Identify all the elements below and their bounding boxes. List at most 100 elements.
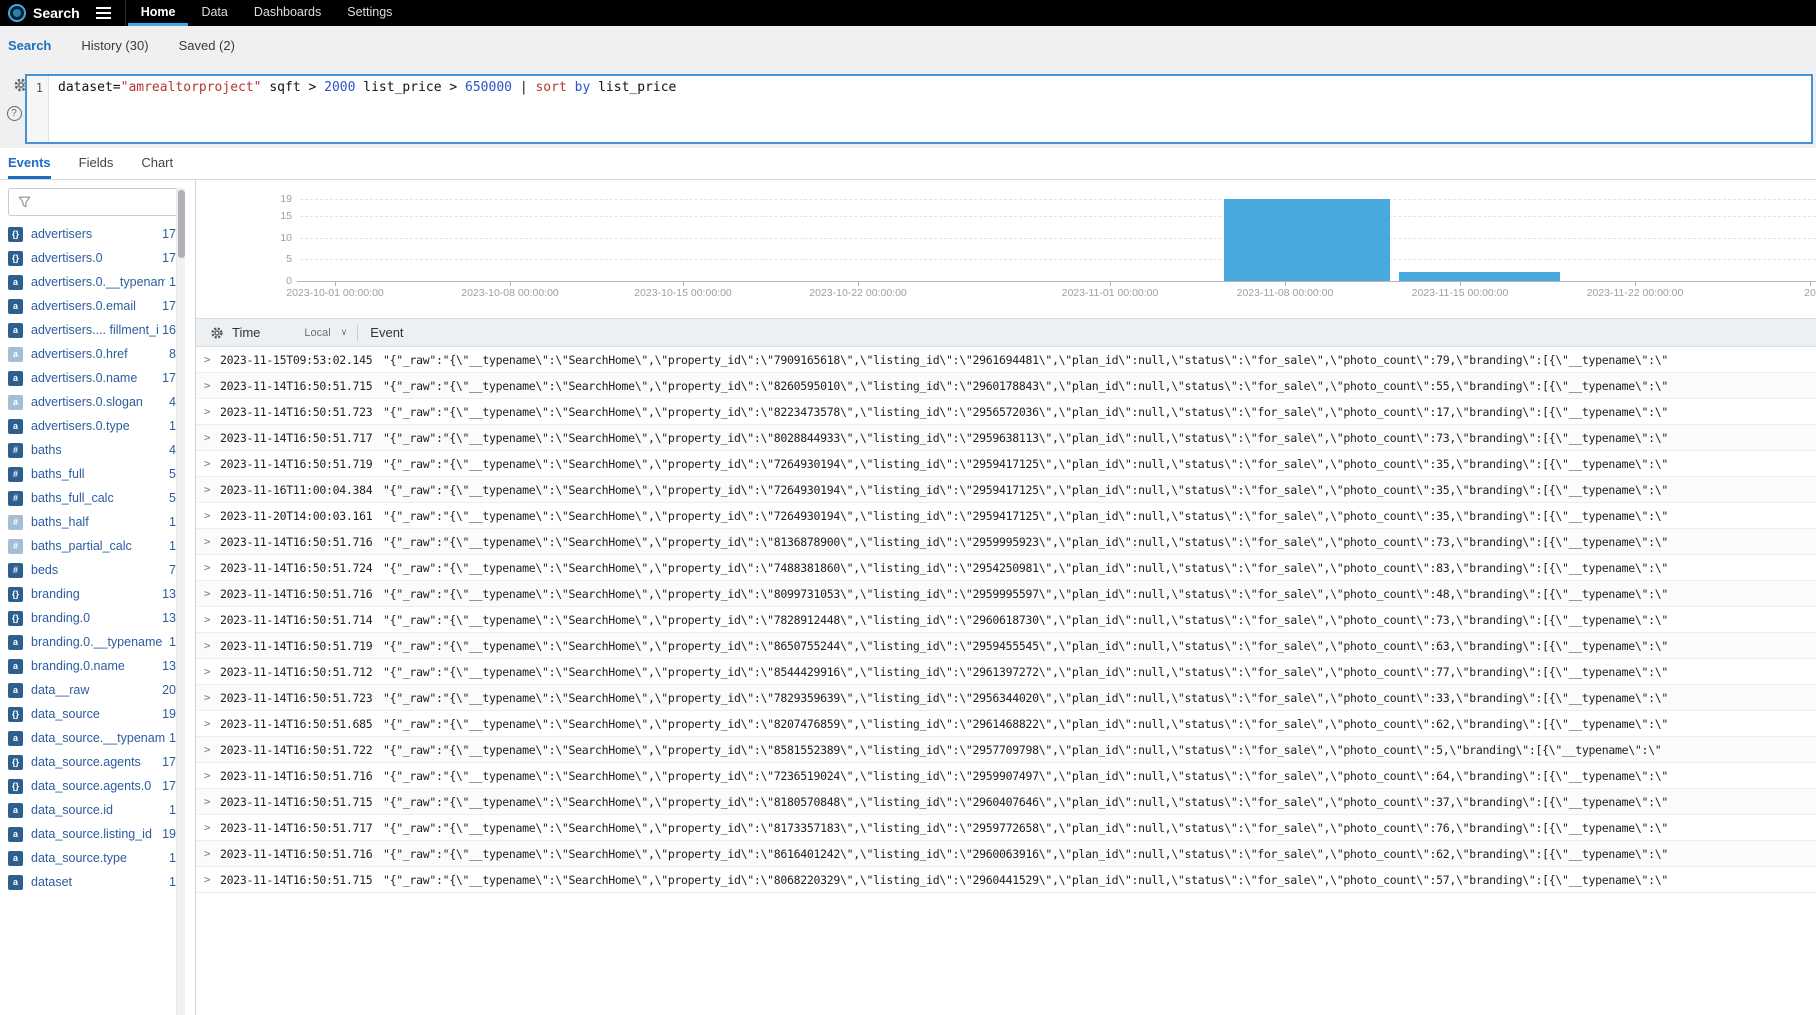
field-row-branding-0-typename[interactable]: abranding.0.__typename1 (0, 630, 178, 654)
field-row-baths-full-calc[interactable]: #baths_full_calc5 (0, 486, 178, 510)
row-expand-chevron-icon[interactable]: > (204, 561, 214, 574)
field-row-branding-0-name[interactable]: abranding.0.name13 (0, 654, 178, 678)
row-expand-chevron-icon[interactable]: > (204, 665, 214, 678)
field-row-beds[interactable]: #beds7 (0, 558, 178, 582)
event-row[interactable]: >2023-11-14T16:50:51.714"{"_raw":"{\"__t… (196, 607, 1816, 633)
field-row-branding[interactable]: {}branding13 (0, 582, 178, 606)
histogram-bar[interactable] (1224, 199, 1390, 281)
help-icon[interactable]: ? (7, 106, 22, 121)
field-row-baths-half[interactable]: #baths_half1 (0, 510, 178, 534)
field-row-data-source-listing-id[interactable]: adata_source.listing_id19 (0, 822, 178, 846)
field-row-data-source-agents[interactable]: {}data_source.agents17 (0, 750, 178, 774)
topnav-data[interactable]: Data (188, 0, 240, 26)
field-row-advertisers-fillment-id[interactable]: aadvertisers.... fillment_id16 (0, 318, 178, 342)
row-expand-chevron-icon[interactable]: > (204, 613, 214, 626)
row-expand-chevron-icon[interactable]: > (204, 509, 214, 522)
event-row[interactable]: >2023-11-15T09:53:02.145"{"_raw":"{\"__t… (196, 347, 1816, 373)
field-name: dataset (31, 875, 165, 889)
field-row-branding-0[interactable]: {}branding.013 (0, 606, 178, 630)
field-row-advertisers-0-href[interactable]: aadvertisers.0.href8 (0, 342, 178, 366)
event-row[interactable]: >2023-11-16T11:00:04.384"{"_raw":"{\"__t… (196, 477, 1816, 503)
field-row-baths-partial-calc[interactable]: #baths_partial_calc1 (0, 534, 178, 558)
row-expand-chevron-icon[interactable]: > (204, 483, 214, 496)
event-time: 2023-11-14T16:50:51.716 (220, 587, 374, 601)
field-row-baths[interactable]: #baths4 (0, 438, 178, 462)
event-row[interactable]: >2023-11-14T16:50:51.717"{"_raw":"{\"__t… (196, 815, 1816, 841)
event-row[interactable]: >2023-11-14T16:50:51.724"{"_raw":"{\"__t… (196, 555, 1816, 581)
row-expand-chevron-icon[interactable]: > (204, 639, 214, 652)
query-text[interactable]: dataset="amrealtorproject" sqft > 2000 l… (49, 76, 676, 142)
row-expand-chevron-icon[interactable]: > (204, 821, 214, 834)
topnav-home[interactable]: Home (128, 0, 189, 26)
sidebar-scrollbar-thumb[interactable] (178, 190, 185, 258)
row-expand-chevron-icon[interactable]: > (204, 795, 214, 808)
event-row[interactable]: >2023-11-14T16:50:51.723"{"_raw":"{\"__t… (196, 685, 1816, 711)
tab-events[interactable]: Events (8, 148, 51, 179)
field-row-advertisers[interactable]: {}advertisers17 (0, 222, 178, 246)
field-row-advertisers-0[interactable]: {}advertisers.017 (0, 246, 178, 270)
field-row-advertisers-0-typename[interactable]: aadvertisers.0.__typename1 (0, 270, 178, 294)
row-expand-chevron-icon[interactable]: > (204, 769, 214, 782)
event-table-header: Time Local ∨ Event (196, 318, 1816, 347)
sidebar-scrollbar[interactable] (176, 188, 185, 1015)
event-row[interactable]: >2023-11-14T16:50:51.685"{"_raw":"{\"__t… (196, 711, 1816, 737)
field-row-data-source-agents-0[interactable]: {}data_source.agents.017 (0, 774, 178, 798)
timezone-selector[interactable]: Local (304, 327, 330, 339)
event-row[interactable]: >2023-11-14T16:50:51.716"{"_raw":"{\"__t… (196, 841, 1816, 867)
event-row[interactable]: >2023-11-14T16:50:51.722"{"_raw":"{\"__t… (196, 737, 1816, 763)
row-expand-chevron-icon[interactable]: > (204, 743, 214, 756)
row-expand-chevron-icon[interactable]: > (204, 353, 214, 366)
event-row[interactable]: >2023-11-14T16:50:51.719"{"_raw":"{\"__t… (196, 451, 1816, 477)
event-row[interactable]: >2023-11-14T16:50:51.715"{"_raw":"{\"__t… (196, 373, 1816, 399)
event-row[interactable]: >2023-11-14T16:50:51.719"{"_raw":"{\"__t… (196, 633, 1816, 659)
row-expand-chevron-icon[interactable]: > (204, 587, 214, 600)
field-name: data_source (31, 707, 158, 721)
event-row[interactable]: >2023-11-14T16:50:51.712"{"_raw":"{\"__t… (196, 659, 1816, 685)
field-row-data-source[interactable]: {}data_source19 (0, 702, 178, 726)
row-expand-chevron-icon[interactable]: > (204, 873, 214, 886)
row-expand-chevron-icon[interactable]: > (204, 847, 214, 860)
topnav-settings[interactable]: Settings (334, 0, 405, 26)
row-expand-chevron-icon[interactable]: > (204, 379, 214, 392)
x-axis-tick (510, 281, 511, 286)
field-filter-box[interactable] (8, 188, 180, 216)
histogram-bar[interactable] (1399, 272, 1560, 281)
event-row[interactable]: >2023-11-14T16:50:51.715"{"_raw":"{\"__t… (196, 789, 1816, 815)
event-row[interactable]: >2023-11-14T16:50:51.715"{"_raw":"{\"__t… (196, 867, 1816, 893)
row-expand-chevron-icon[interactable]: > (204, 431, 214, 444)
row-expand-chevron-icon[interactable]: > (204, 691, 214, 704)
event-row[interactable]: >2023-11-14T16:50:51.717"{"_raw":"{\"__t… (196, 425, 1816, 451)
field-row-advertisers-0-type[interactable]: aadvertisers.0.type1 (0, 414, 178, 438)
tab-chart[interactable]: Chart (141, 148, 173, 179)
chevron-down-icon[interactable]: ∨ (341, 327, 348, 338)
hamburger-menu-icon[interactable] (96, 7, 111, 19)
row-expand-chevron-icon[interactable]: > (204, 457, 214, 470)
events-histogram: 051015192023-10-01 00:00:002023-10-08 00… (196, 180, 1816, 318)
event-row[interactable]: >2023-11-14T16:50:51.723"{"_raw":"{\"__t… (196, 399, 1816, 425)
query-editor[interactable]: 1 dataset="amrealtorproject" sqft > 2000… (25, 74, 1813, 144)
field-row-data-source-type[interactable]: adata_source.type1 (0, 846, 178, 870)
field-row-baths-full[interactable]: #baths_full5 (0, 462, 178, 486)
event-row[interactable]: >2023-11-14T16:50:51.716"{"_raw":"{\"__t… (196, 763, 1816, 789)
table-settings-gear-icon[interactable] (210, 326, 224, 340)
event-row[interactable]: >2023-11-14T16:50:51.716"{"_raw":"{\"__t… (196, 529, 1816, 555)
event-time: 2023-11-20T14:00:03.161 (220, 509, 374, 523)
field-filter-input[interactable] (39, 194, 179, 210)
topnav-dashboards[interactable]: Dashboards (241, 0, 334, 26)
field-row-advertisers-0-name[interactable]: aadvertisers.0.name17 (0, 366, 178, 390)
row-expand-chevron-icon[interactable]: > (204, 717, 214, 730)
subnav-history-30[interactable]: History (30) (81, 38, 148, 53)
subnav-search[interactable]: Search (8, 38, 51, 53)
field-row-dataset[interactable]: adataset1 (0, 870, 178, 894)
row-expand-chevron-icon[interactable]: > (204, 405, 214, 418)
subnav-saved-2[interactable]: Saved (2) (179, 38, 235, 53)
field-row-advertisers-0-slogan[interactable]: aadvertisers.0.slogan4 (0, 390, 178, 414)
event-row[interactable]: >2023-11-14T16:50:51.716"{"_raw":"{\"__t… (196, 581, 1816, 607)
tab-fields[interactable]: Fields (79, 148, 114, 179)
event-row[interactable]: >2023-11-20T14:00:03.161"{"_raw":"{\"__t… (196, 503, 1816, 529)
field-row-data-source-id[interactable]: adata_source.id1 (0, 798, 178, 822)
field-row-advertisers-0-email[interactable]: aadvertisers.0.email17 (0, 294, 178, 318)
field-row-data-source-typename[interactable]: adata_source.__typename1 (0, 726, 178, 750)
field-row-data-raw[interactable]: adata__raw20 (0, 678, 178, 702)
row-expand-chevron-icon[interactable]: > (204, 535, 214, 548)
